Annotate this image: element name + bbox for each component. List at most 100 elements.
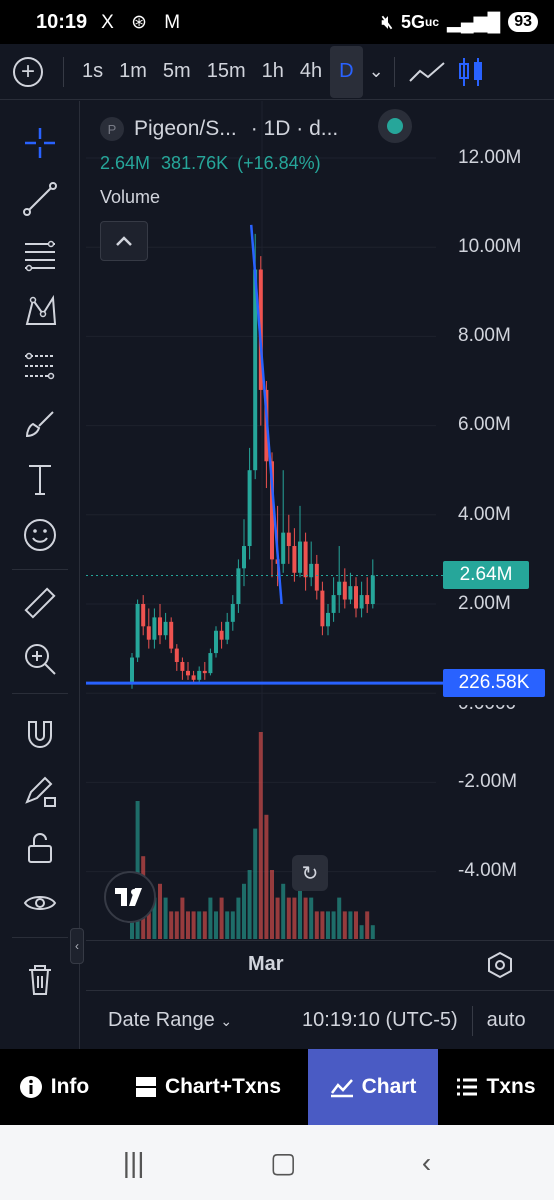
timeframe-1m[interactable]: 1m [111,46,155,98]
magnet-tool[interactable] [18,713,62,757]
x-axis[interactable]: Mar [86,940,554,990]
y-tick-label: 8.00M [458,325,511,346]
trend-line-tool[interactable] [18,177,62,221]
legend-row: P Pigeon/S... · 1D · d... [100,117,338,141]
chart-pane[interactable]: P Pigeon/S... · 1D · d... 2.64M 381.76K … [86,101,554,989]
hide-drawings-tool[interactable] [18,881,62,925]
candle-body [359,595,364,609]
candle-body [225,621,230,640]
candle-body [354,586,358,609]
lock-all-tool[interactable] [18,825,62,869]
tradingview-logo[interactable] [104,871,156,923]
projection-tool[interactable] [18,345,62,389]
y-tick-label: -4.00M [458,860,518,881]
chevron-down-icon: ⌄ [220,1013,233,1029]
home-icon[interactable]: ▢ [270,1146,296,1179]
tab-label: Chart+Txns [164,1075,282,1098]
candle-body [365,595,370,604]
line-chart-type-button[interactable] [405,52,449,92]
volume-bar [264,814,269,939]
auto-scale-button[interactable]: auto [487,1009,526,1032]
tab-chart[interactable]: Chart [308,1049,438,1125]
current-price-tag: 2.64M [443,561,529,589]
lock-drawing-tool[interactable] [18,769,62,813]
volume-bar [202,911,207,939]
timeframe-1s[interactable]: 1s [74,46,111,98]
timezone-clock[interactable]: 10:19:10 (UTC-5) [302,1009,458,1032]
legend-collapse-button[interactable] [100,221,148,261]
network-sub-label: uc [424,15,439,29]
delete-drawings-tool[interactable] [18,957,62,1001]
candle-body [281,532,286,564]
candle-body [303,541,308,578]
symbol-name[interactable]: Pigeon/S... [134,117,237,141]
volume-bar [258,732,263,939]
candle-body [314,563,319,591]
candle-body [130,657,134,685]
volume-bar [320,911,325,939]
volume-bar [208,897,213,939]
measure-tool[interactable] [18,581,62,625]
back-icon[interactable]: ‹ [422,1147,431,1179]
trash-icon [29,965,51,995]
timeframe-15m[interactable]: 15m [199,46,254,98]
volume-values: 2.64M 381.76K (+16.84%) [100,153,321,174]
tab-info[interactable]: Info [0,1049,108,1125]
timeframe-1h[interactable]: 1h [254,46,292,98]
tab-txns[interactable]: Txns [438,1049,554,1125]
settings-hexagon-icon[interactable] [486,951,514,979]
recents-icon[interactable]: ||| [123,1147,145,1179]
volume-change: (+16.84%) [237,153,321,173]
candle-body [163,621,168,636]
zoom-tool[interactable] [18,637,62,681]
timeframe-d[interactable]: D [330,45,363,98]
toolbar-divider [63,56,64,87]
tab-label: Chart [361,1075,417,1098]
crosshair-tool[interactable] [18,121,62,165]
reset-chart-button[interactable]: ↻ [292,855,328,891]
emoji-tool[interactable] [18,513,62,557]
pattern-tool[interactable] [18,289,62,333]
volume-bar [348,911,353,939]
brush-tool[interactable] [18,401,62,445]
candle-body [236,568,241,604]
candle-body [152,617,157,640]
date-range-button[interactable]: Date Range ⌄ [108,1009,232,1032]
candle-chart-type-button[interactable] [449,52,493,92]
toolbar-collapse-tab[interactable]: ‹ [70,928,84,964]
text-tool[interactable] [18,457,62,501]
tool-divider [12,569,68,570]
volume-bar [158,883,162,939]
bottom-divider [471,1005,473,1036]
chart-bottom-bar: Date Range ⌄ 10:19:10 (UTC-5) auto [86,990,554,1050]
tool-divider [12,693,68,694]
add-symbol-button[interactable]: + [13,56,43,87]
volume-bar [342,911,347,939]
toolbar-divider [393,56,395,87]
y-tick-label: -2.00M [458,771,518,792]
timeframe-4h[interactable]: 4h [292,46,330,98]
candle-body [197,670,202,680]
tradingview-icon [115,888,142,906]
volume-bar [247,870,252,939]
volume-bar [275,897,280,939]
date-range-label: Date Range [108,1009,215,1031]
timeframe-5m[interactable]: 5m [155,46,199,98]
live-indicator [378,109,412,143]
live-dot-icon [387,118,403,134]
signal-icon: ▂▄▆█ [447,11,501,32]
timeframe-more-button[interactable]: ⌄ [369,61,384,82]
volume-bar [298,883,302,939]
chart-icon [330,1079,353,1098]
chart-toolbar: + 1s 1m 5m 15m 1h 4h D ⌄ [0,44,554,100]
line-chart-icon [408,61,445,82]
y-tick-label: 4.00M [458,504,511,525]
brush-icon [25,411,54,438]
tab-chart-txns[interactable]: Chart+Txns [108,1049,308,1125]
status-app-icons: X ⊛ M [101,11,187,33]
candle-body [370,575,375,604]
volume-bar [191,911,196,939]
volume-bar [331,911,336,939]
fib-tool[interactable] [18,233,62,277]
horizontal-line-price-tag[interactable]: 226.58K [443,669,545,697]
